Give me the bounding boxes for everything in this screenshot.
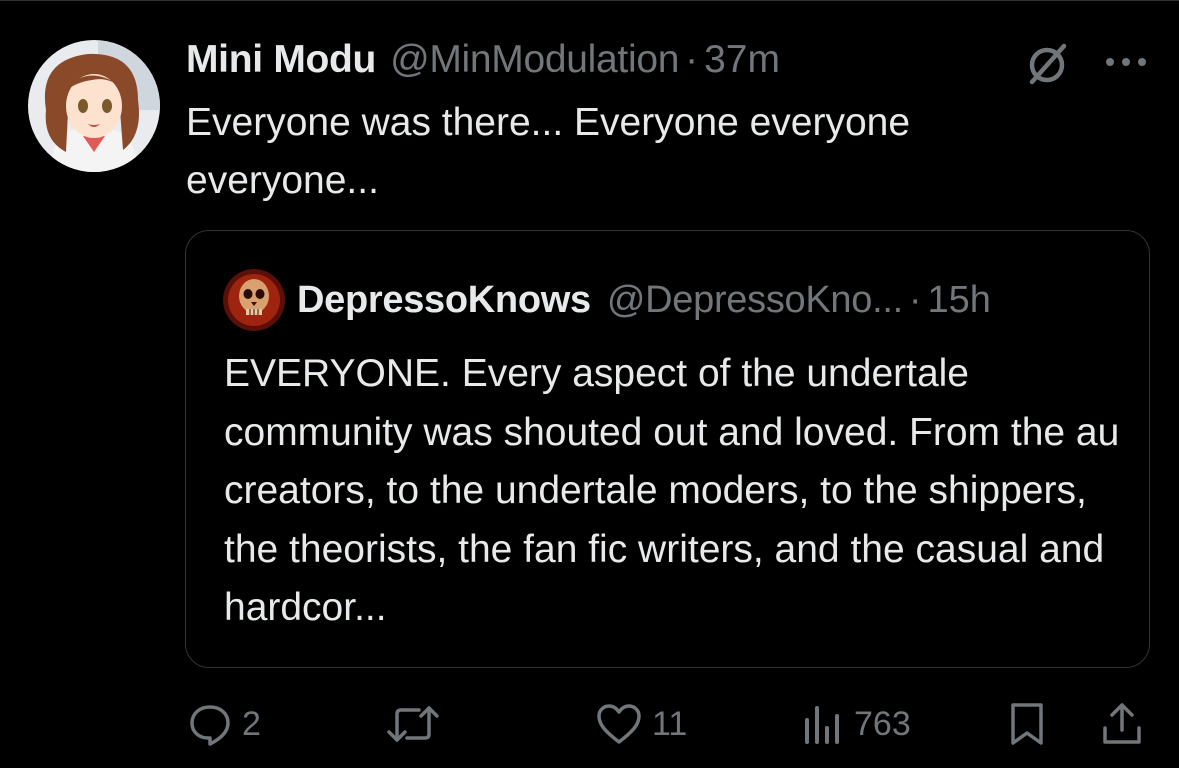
reply-button[interactable]: 2 [188, 694, 261, 754]
share-upload-icon [1103, 703, 1141, 744]
views-bar-chart-icon [805, 706, 839, 744]
grok-icon[interactable] [1024, 40, 1072, 88]
repost-icon [387, 706, 439, 742]
bookmark-icon [1011, 703, 1043, 745]
repost-button[interactable] [386, 694, 450, 754]
user-handle[interactable]: @MinModulation [390, 38, 679, 82]
quote-header: DepressoKnows @DepressoKno... · 15h [297, 275, 991, 325]
bookmark-button[interactable] [1008, 694, 1046, 754]
quote-avatar[interactable] [223, 269, 285, 331]
like-count: 11 [652, 704, 688, 743]
quote-time[interactable]: 15h [928, 279, 991, 322]
top-divider [0, 0, 1179, 1]
red-skull-avatar-icon [223, 269, 285, 331]
separator-dot: · [685, 38, 699, 81]
anime-girl-avatar-icon [28, 40, 160, 172]
quote-separator-dot: · [908, 278, 922, 321]
display-name[interactable]: Mini Modu [186, 38, 376, 82]
more-options-icon[interactable] [1102, 52, 1150, 72]
quote-display-name[interactable]: DepressoKnows [297, 279, 591, 322]
share-button[interactable] [1100, 694, 1144, 754]
tweet-header: Mini Modu @MinModulation · 37m [186, 36, 780, 84]
like-button[interactable]: 11 [596, 694, 687, 754]
quote-handle[interactable]: @DepressoKno... [607, 279, 903, 322]
action-bar: 2 11 763 [0, 694, 1179, 754]
user-avatar[interactable] [28, 40, 160, 172]
tweet-text: Everyone was there... Everyone everyone … [186, 101, 911, 202]
quote-tweet-card[interactable]: DepressoKnows @DepressoKno... · 15h EVER… [185, 230, 1150, 668]
view-count: 763 [854, 704, 911, 743]
reply-icon [190, 705, 230, 746]
quote-text: EVERYONE. Every aspect of the undertale … [224, 352, 1120, 629]
views-button[interactable]: 763 [802, 694, 911, 754]
reply-count: 2 [242, 704, 261, 743]
tweet-time[interactable]: 37m [704, 38, 780, 82]
heart-icon [597, 704, 641, 744]
